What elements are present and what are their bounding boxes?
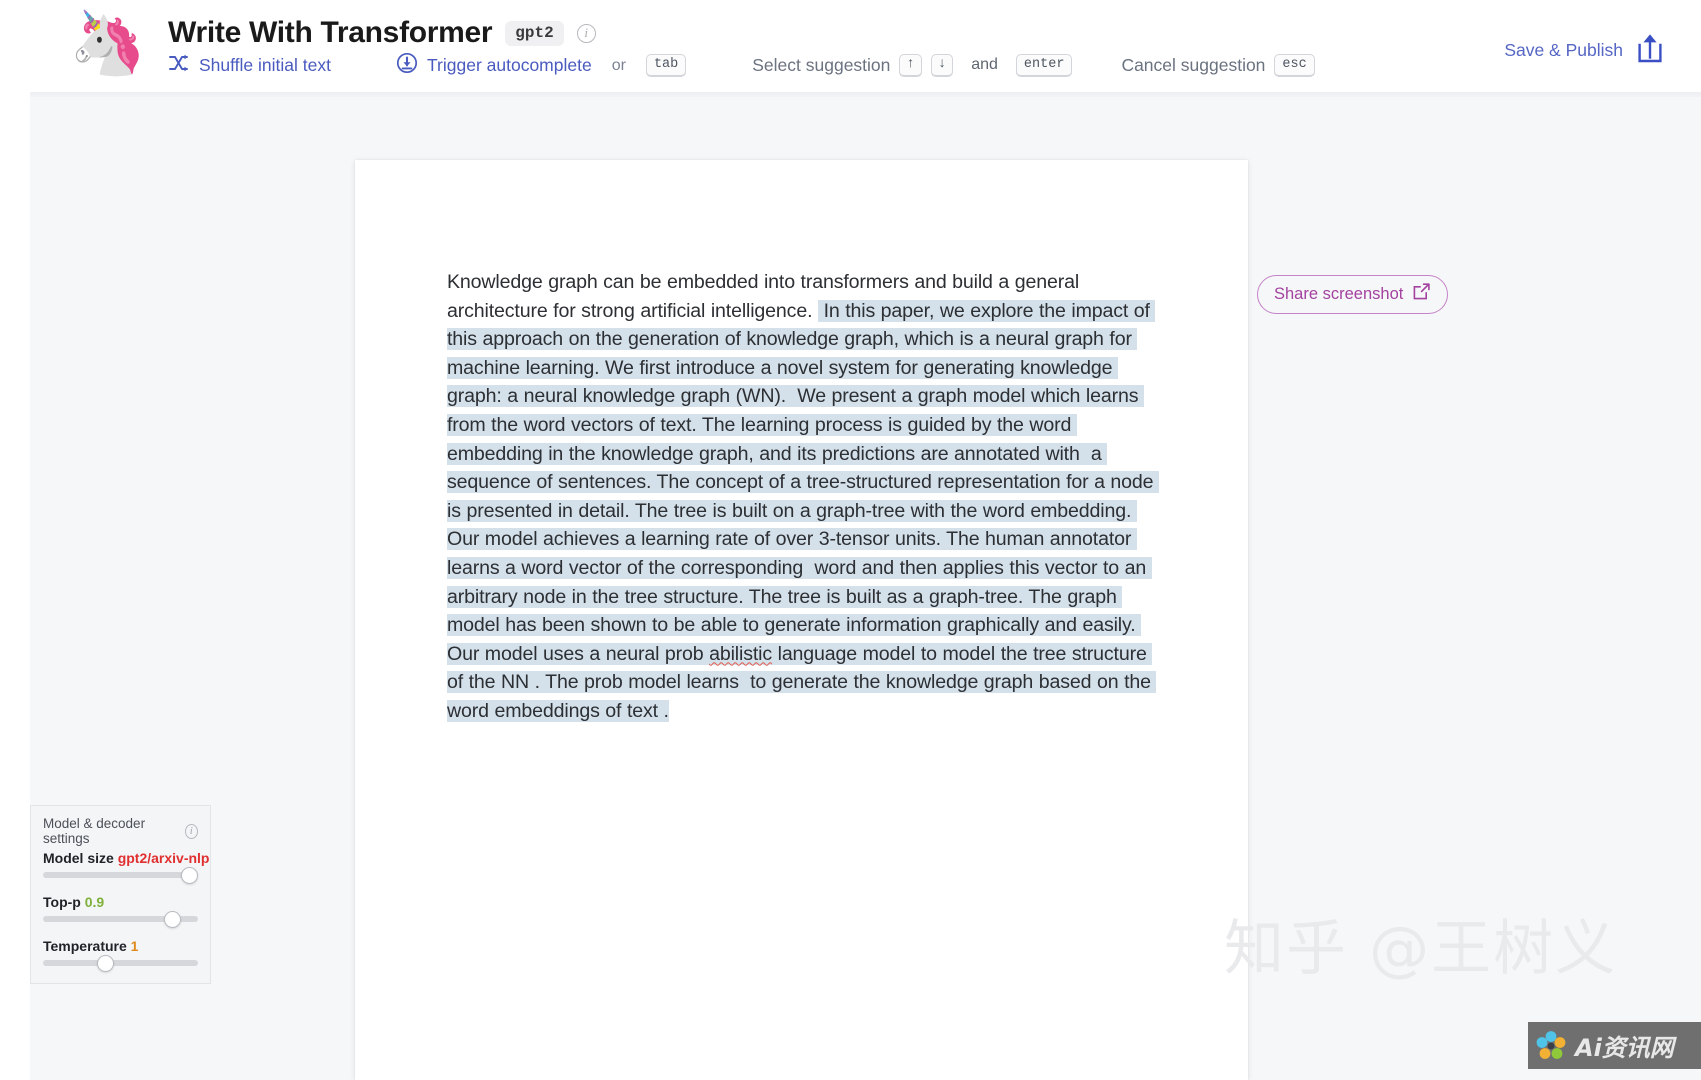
model-size-value: gpt2/arxiv-nlp bbox=[117, 850, 210, 866]
app-header: 🦄 Write With Transformer gpt2 i Shuffle … bbox=[0, 0, 1701, 97]
select-suggestion-label: Select suggestion bbox=[752, 54, 891, 75]
shuffle-icon bbox=[168, 53, 190, 78]
esc-key[interactable]: esc bbox=[1274, 53, 1315, 78]
tab-key[interactable]: tab bbox=[645, 53, 687, 78]
select-suggestion-hint: Select suggestion ↑ ↓ and enter bbox=[752, 53, 1073, 78]
editor-card[interactable]: Knowledge graph can be embedded into tra… bbox=[355, 160, 1248, 1080]
top-p-label: Top-p 0.9 bbox=[43, 894, 198, 910]
arrow-down-key[interactable]: ↓ bbox=[930, 54, 954, 77]
top-p-slider-thumb[interactable] bbox=[163, 910, 181, 928]
app-root: 🦄 Write With Transformer gpt2 i Shuffle … bbox=[0, 0, 1701, 1080]
model-size-slider[interactable] bbox=[43, 866, 198, 884]
model-size-control: Model size gpt2/arxiv-nlp bbox=[43, 850, 209, 884]
generated-text-1: In this paper, we explore the impact of … bbox=[447, 299, 1160, 665]
temperature-name: Temperature bbox=[43, 938, 127, 954]
model-decoder-settings-panel[interactable]: Model & decoder settings i Model size gp… bbox=[30, 805, 211, 984]
info-icon[interactable]: i bbox=[576, 23, 596, 43]
ai-news-watermark-badge: Ai资讯网 bbox=[1528, 1022, 1701, 1069]
or-word: or bbox=[611, 56, 626, 74]
temperature-value: 1 bbox=[130, 938, 139, 954]
arrow-up-key[interactable]: ↑ bbox=[899, 54, 922, 77]
top-p-name: Top-p bbox=[43, 894, 81, 910]
misspelled-word: abilistic bbox=[709, 642, 773, 665]
title-row: Write With Transformer gpt2 i bbox=[168, 16, 596, 50]
keyboard-hints: Shuffle initial text Trigger autocomplet… bbox=[168, 52, 1315, 79]
share-screenshot-button[interactable]: Share screenshot bbox=[1257, 275, 1449, 314]
top-p-value: 0.9 bbox=[84, 894, 105, 910]
save-and-publish-button[interactable]: Save & Publish bbox=[1504, 32, 1665, 69]
shuffle-label: Shuffle initial text bbox=[199, 54, 331, 75]
page-title: Write With Transformer bbox=[168, 16, 493, 49]
settings-header: Model & decoder settings i bbox=[43, 816, 198, 846]
cancel-suggestion-hint: Cancel suggestion esc bbox=[1121, 53, 1315, 78]
zhihu-watermark: 知乎 @王树义 bbox=[1224, 914, 1618, 984]
trigger-autocomplete-label: Trigger autocomplete bbox=[426, 54, 592, 75]
download-circle-icon bbox=[396, 52, 418, 79]
enter-key[interactable]: enter bbox=[1015, 53, 1073, 78]
ai-news-label: Ai资讯网 bbox=[1575, 1034, 1674, 1062]
and-word: and bbox=[971, 56, 998, 74]
temperature-slider-thumb[interactable] bbox=[97, 954, 115, 972]
save-publish-label: Save & Publish bbox=[1504, 40, 1623, 60]
model-size-name: Model size bbox=[43, 850, 114, 866]
share-screenshot-label: Share screenshot bbox=[1274, 284, 1404, 303]
temperature-control: Temperature 1 bbox=[43, 938, 198, 972]
top-p-slider[interactable] bbox=[43, 910, 198, 928]
cancel-suggestion-label: Cancel suggestion bbox=[1121, 54, 1266, 75]
top-p-control: Top-p 0.9 bbox=[43, 894, 198, 928]
shuffle-initial-text-button[interactable]: Shuffle initial text bbox=[168, 53, 331, 78]
model-size-slider-thumb[interactable] bbox=[180, 866, 198, 884]
editor-text-area[interactable]: Knowledge graph can be embedded into tra… bbox=[447, 268, 1165, 726]
model-badge[interactable]: gpt2 bbox=[505, 20, 564, 46]
share-upload-icon bbox=[1635, 32, 1665, 69]
model-size-label: Model size gpt2/arxiv-nlp bbox=[43, 850, 209, 866]
unicorn-emoji-icon: 🦄 bbox=[69, 9, 147, 78]
trigger-autocomplete-button[interactable]: Trigger autocomplete or tab bbox=[396, 52, 687, 79]
temperature-slider[interactable] bbox=[43, 954, 198, 972]
temperature-label: Temperature 1 bbox=[43, 938, 198, 954]
info-icon[interactable]: i bbox=[184, 823, 198, 839]
header-divider bbox=[30, 92, 1701, 97]
external-link-icon bbox=[1412, 282, 1431, 306]
settings-title: Model & decoder settings bbox=[43, 816, 146, 846]
flower-logo-icon bbox=[1534, 1029, 1568, 1063]
